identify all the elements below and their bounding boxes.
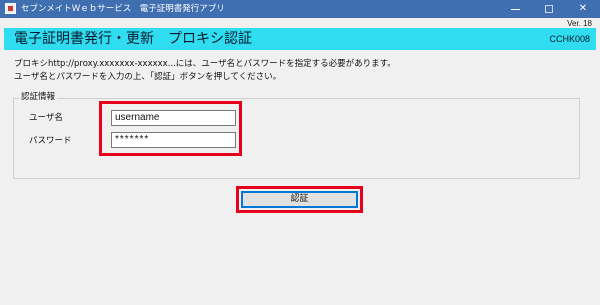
- maximize-icon: [545, 5, 553, 13]
- username-label: ユーザ名: [29, 113, 63, 123]
- password-input[interactable]: *******: [111, 132, 236, 148]
- title-bar: セブンメイトＷｅｂサービス 電子証明書発行アプリ ✕: [0, 0, 600, 18]
- minimize-icon: [511, 9, 520, 10]
- minimize-button[interactable]: [498, 0, 532, 18]
- screen-id: CCHK008: [549, 34, 590, 44]
- page-header: 電子証明書発行・更新 プロキシ認証 CCHK008: [4, 28, 596, 50]
- close-button[interactable]: ✕: [566, 0, 600, 18]
- password-label: パスワード: [29, 136, 72, 146]
- app-window: セブンメイトＷｅｂサービス 電子証明書発行アプリ ✕ Ver. 18 電子証明書…: [0, 0, 600, 305]
- app-icon: [5, 3, 16, 14]
- auth-button[interactable]: 認証: [241, 191, 358, 208]
- maximize-button[interactable]: [532, 0, 566, 18]
- instruction-line-1: プロキシhttp://proxy.xxxxxxx-xxxxxx...には、ユーザ…: [14, 59, 396, 69]
- close-icon: ✕: [578, 3, 588, 14]
- instruction-line-2: ユーザ名とパスワードを入力の上、「認証」ボタンを押してください。: [14, 72, 282, 82]
- page-title: 電子証明書発行・更新 プロキシ認証: [14, 31, 252, 47]
- window-title: セブンメイトＷｅｂサービス 電子証明書発行アプリ: [21, 4, 225, 14]
- auth-info-legend: 認証情報: [19, 92, 58, 103]
- username-input[interactable]: username: [111, 110, 236, 126]
